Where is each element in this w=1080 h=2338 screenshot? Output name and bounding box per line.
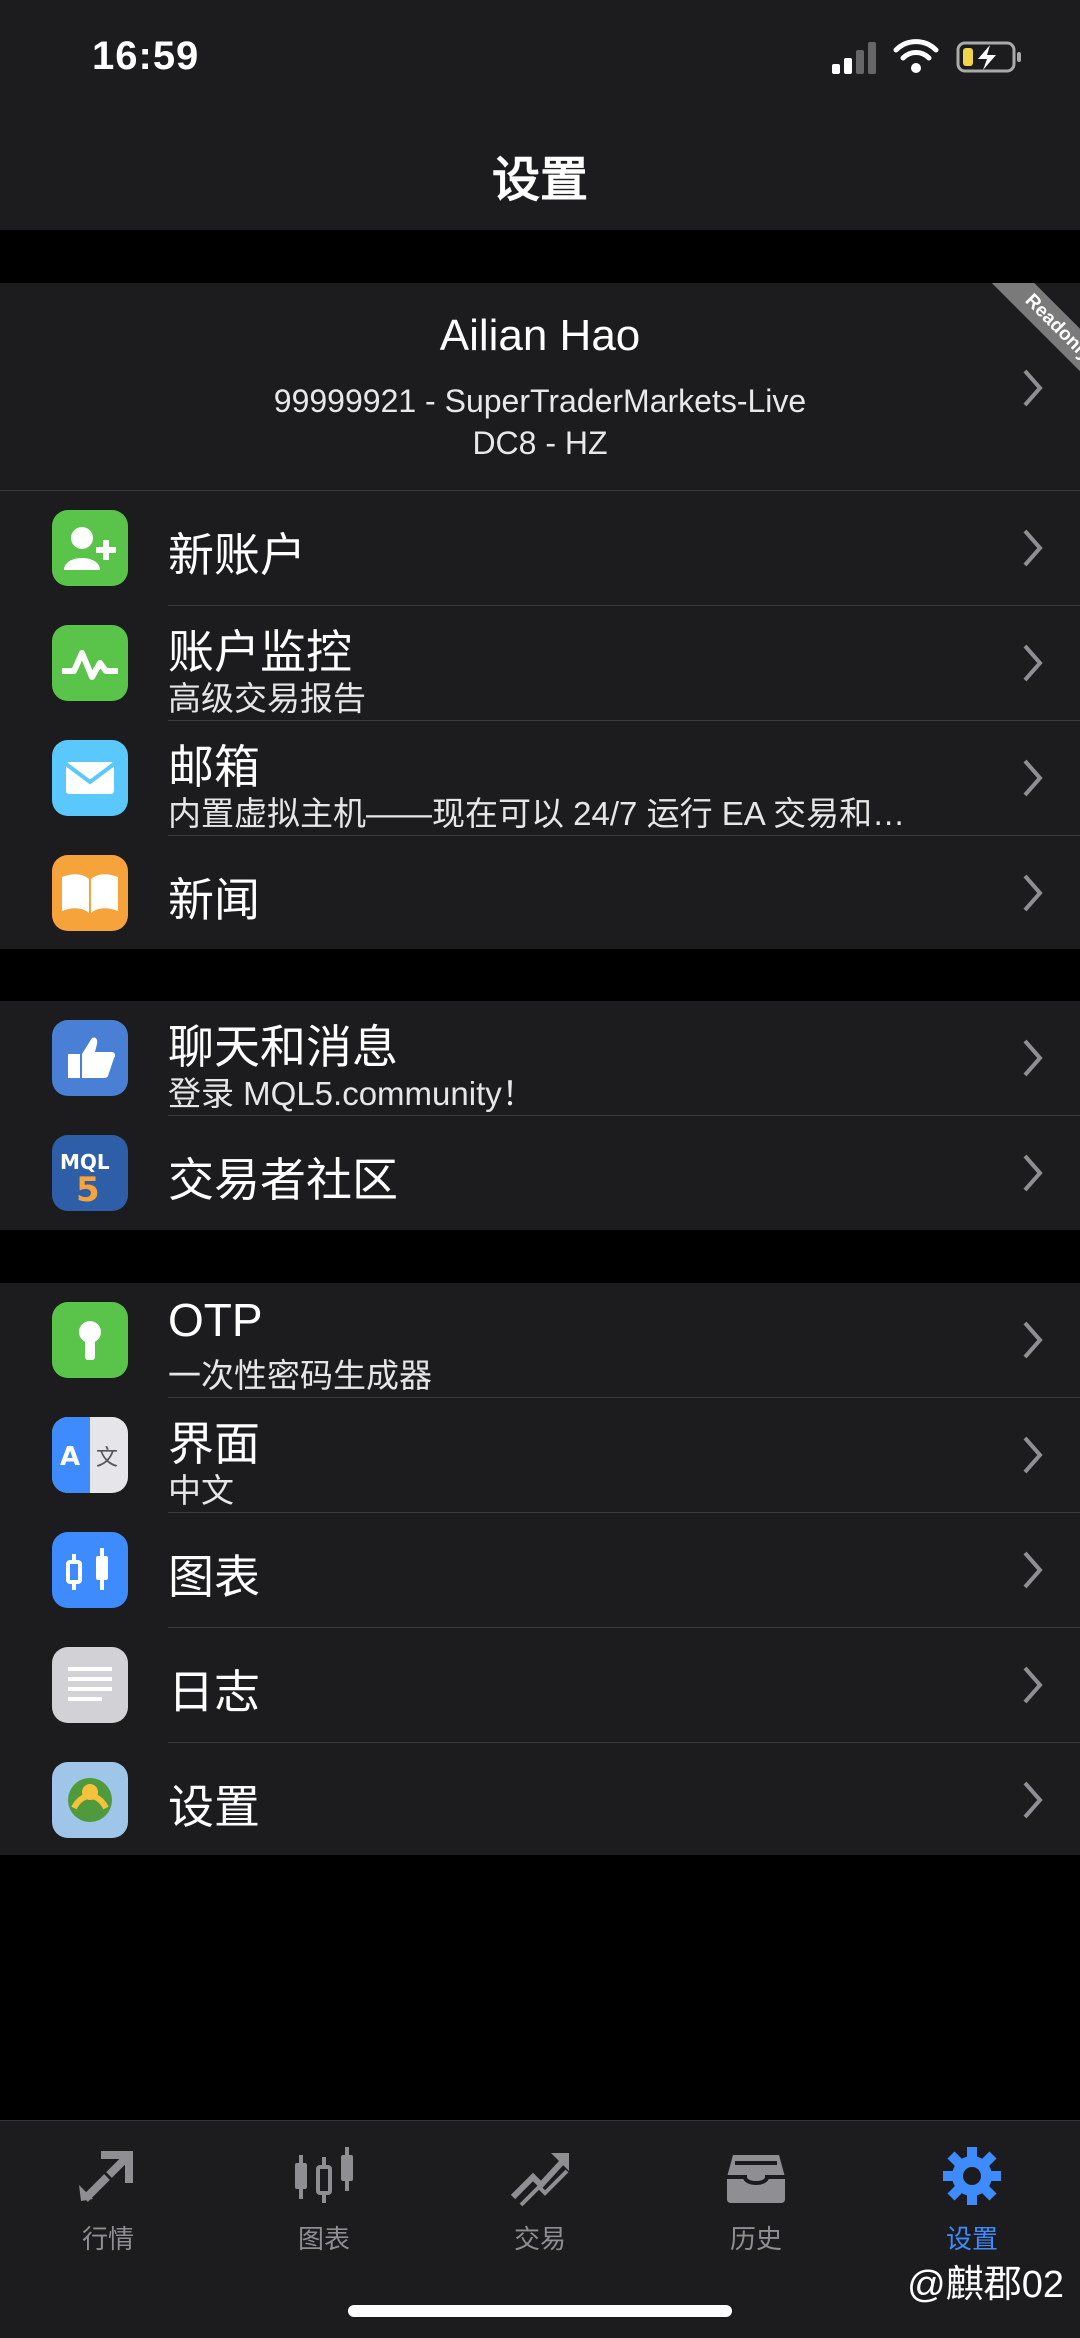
menu-item-sublabel: 登录 MQL5.community！ xyxy=(168,1075,535,1112)
chevron-right-icon xyxy=(1023,1039,1043,1077)
journal-icon xyxy=(52,1647,128,1723)
menu-item-account-monitor[interactable]: 账户监控 高级交易报告 xyxy=(0,606,1080,720)
quotes-icon xyxy=(79,2151,133,2202)
menu-item-label: 日志 xyxy=(168,1666,260,1718)
menu-item-new-account[interactable]: 新账户 xyxy=(0,491,1080,605)
chevron-right-icon xyxy=(1023,1781,1043,1819)
book-icon xyxy=(52,855,128,931)
account-datacenter: DC8 - HZ xyxy=(472,425,608,461)
tab-charts[interactable]: 图表 xyxy=(264,2141,384,2256)
watermark: @麒郡02 xyxy=(907,2264,1064,2306)
chevron-right-icon xyxy=(1023,369,1043,407)
menu-item-settings[interactable]: 设置 xyxy=(0,1743,1080,1857)
svg-text:A: A xyxy=(60,1442,80,1472)
tab-label: 行情 xyxy=(81,2224,134,2254)
tab-quotes[interactable]: 行情 xyxy=(48,2141,168,2256)
add-user-icon xyxy=(52,510,128,586)
monitor-chart-icon xyxy=(52,625,128,701)
tab-label: 历史 xyxy=(729,2224,782,2254)
community-group: 聊天和消息 登录 MQL5.community！ MQL 5 交易者社区 xyxy=(0,1001,1080,1230)
svg-text:5: 5 xyxy=(76,1170,100,1210)
menu-item-label: 交易者社区 xyxy=(168,1154,398,1206)
menu-item-label: 图表 xyxy=(168,1551,260,1603)
chevron-right-icon xyxy=(1023,1666,1043,1704)
svg-text:文: 文 xyxy=(96,1446,118,1471)
mail-icon xyxy=(52,740,128,816)
trade-icon xyxy=(510,2153,569,2207)
thumbs-up-icon xyxy=(52,1020,128,1096)
settings-gear-icon xyxy=(943,2147,1001,2205)
menu-item-otp[interactable]: OTP 一次性密码生成器 xyxy=(0,1283,1080,1397)
chevron-right-icon xyxy=(1023,874,1043,912)
translate-icon: A文 xyxy=(52,1417,128,1493)
tab-label: 设置 xyxy=(945,2224,998,2254)
menu-item-label: 新账户 xyxy=(168,529,306,581)
cellular-signal-icon xyxy=(832,42,876,74)
chevron-right-icon xyxy=(1023,759,1043,797)
menu-item-chat[interactable]: 聊天和消息 登录 MQL5.community！ xyxy=(0,1001,1080,1115)
menu-item-sublabel: 一次性密码生成器 xyxy=(168,1357,432,1394)
menu-item-sublabel: 高级交易报告 xyxy=(168,680,366,717)
menu-item-journal[interactable]: 日志 xyxy=(0,1628,1080,1742)
tab-history[interactable]: 历史 xyxy=(696,2141,816,2256)
chevron-right-icon xyxy=(1023,1154,1043,1192)
menu-item-label: 设置 xyxy=(168,1781,260,1833)
menu-item-traders-community[interactable]: MQL 5 交易者社区 xyxy=(0,1116,1080,1230)
account-card[interactable]: Ailian Hao 99999921 - SuperTraderMarkets… xyxy=(0,283,1080,491)
menu-item-label: OTP xyxy=(168,1294,263,1346)
battery-charging-icon xyxy=(956,41,1021,73)
account-tools-group: 新账户 账户监控 高级交易报告 邮箱 内置虚拟主机——现在可以 24/7 运行 … xyxy=(0,491,1080,949)
account-server: 99999921 - SuperTraderMarkets-Live xyxy=(273,383,807,419)
mql5-icon: MQL 5 xyxy=(52,1135,128,1211)
chevron-right-icon xyxy=(1023,529,1043,567)
menu-item-news[interactable]: 新闻 xyxy=(0,836,1080,950)
menu-item-interface[interactable]: A文 界面 中文 xyxy=(0,1398,1080,1512)
candlestick-icon xyxy=(52,1532,128,1608)
menu-item-mailbox[interactable]: 邮箱 内置虚拟主机——现在可以 24/7 运行 EA 交易和… xyxy=(0,721,1080,835)
metatrader-icon xyxy=(52,1762,128,1838)
chevron-right-icon xyxy=(1023,1436,1043,1474)
history-icon xyxy=(727,2155,785,2203)
menu-item-sublabel: 内置虚拟主机——现在可以 24/7 运行 EA 交易和… xyxy=(168,795,906,832)
chevron-right-icon xyxy=(1023,1551,1043,1589)
chart-icon xyxy=(295,2147,353,2203)
status-bar: 16:59 xyxy=(0,0,1080,120)
wifi-icon xyxy=(893,39,939,73)
account-name: Ailian Hao xyxy=(439,311,641,360)
home-indicator[interactable] xyxy=(348,2305,732,2317)
app-settings-group: OTP 一次性密码生成器 A文 界面 中文 图表 日志 设置 xyxy=(0,1283,1080,1855)
navigation-bar: 设置 xyxy=(0,120,1080,230)
tab-label: 交易 xyxy=(513,2224,566,2254)
tab-label: 图表 xyxy=(297,2224,350,2254)
page-title: 设置 xyxy=(491,154,588,207)
tab-settings[interactable]: 设置 xyxy=(912,2141,1032,2256)
menu-item-sublabel: 中文 xyxy=(168,1472,234,1509)
menu-item-label: 新闻 xyxy=(168,874,260,926)
keyhole-icon xyxy=(52,1302,128,1378)
tab-trade[interactable]: 交易 xyxy=(480,2141,600,2256)
status-time: 16:59 xyxy=(92,34,200,78)
menu-item-charts[interactable]: 图表 xyxy=(0,1513,1080,1627)
chevron-right-icon xyxy=(1023,644,1043,682)
chevron-right-icon xyxy=(1023,1321,1043,1359)
